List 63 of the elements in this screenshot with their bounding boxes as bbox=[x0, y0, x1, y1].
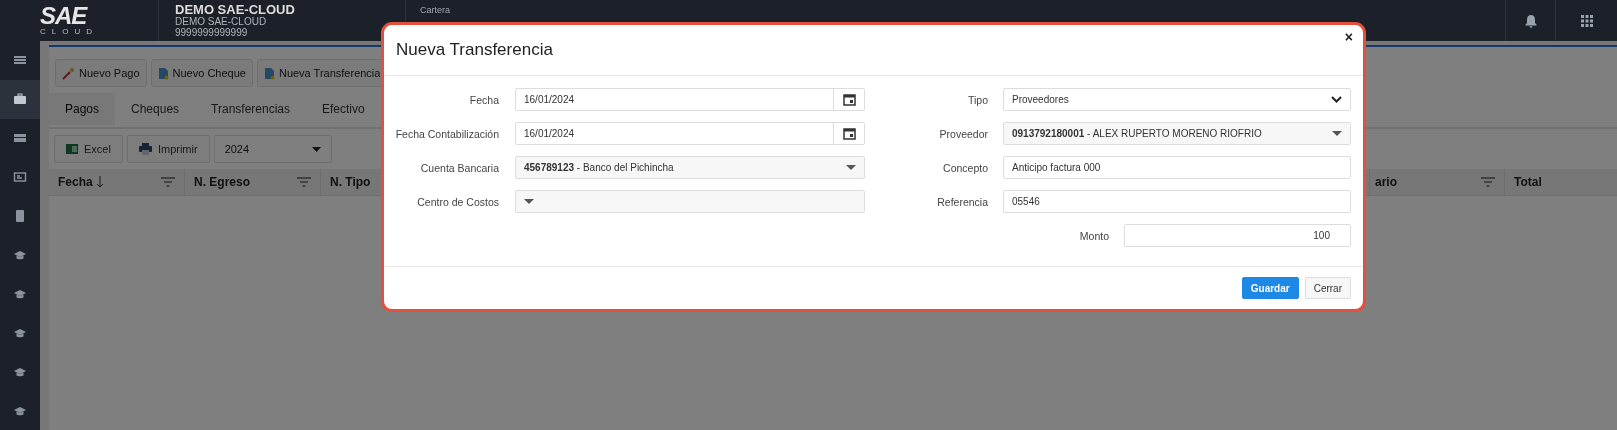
document-icon bbox=[157, 66, 169, 80]
caret-icon bbox=[311, 146, 321, 152]
toolbar-button[interactable]: Imprimir bbox=[126, 135, 210, 163]
logo-text: SAE bbox=[40, 5, 89, 27]
id-card-icon bbox=[13, 170, 27, 185]
field-label: Monto bbox=[1079, 229, 1109, 242]
date-field[interactable]: 16/01/2024 bbox=[515, 122, 865, 145]
calendar-icon bbox=[842, 93, 856, 106]
tab[interactable]: Transferencias bbox=[195, 93, 306, 125]
graduation-cap-icon bbox=[13, 248, 27, 262]
date-field[interactable]: 16/01/2024 bbox=[515, 88, 865, 111]
close-button[interactable]: × bbox=[1340, 27, 1357, 47]
caret-icon bbox=[1332, 131, 1342, 136]
filter-icon bbox=[297, 177, 311, 187]
bell-icon bbox=[1523, 13, 1538, 28]
action-button[interactable]: Nuevo Cheque bbox=[150, 59, 253, 87]
select-field[interactable]: Proveedores bbox=[1003, 88, 1351, 111]
field-label: Tipo bbox=[966, 93, 988, 106]
wand-icon bbox=[62, 66, 75, 80]
field-label: Referencia bbox=[936, 195, 988, 208]
input-field[interactable]: 05546 bbox=[1003, 190, 1351, 213]
printer-icon bbox=[138, 143, 152, 155]
briefcase-icon bbox=[13, 92, 27, 107]
company-subname: DEMO SAE-CLOUD bbox=[175, 16, 268, 27]
field-label: Centro de Costos bbox=[416, 195, 499, 208]
filter-icon bbox=[1481, 177, 1495, 187]
column-header[interactable]: ario bbox=[1370, 169, 1505, 195]
input-field[interactable]: 100 bbox=[1124, 224, 1351, 247]
dialog-title: Nueva Transferencia bbox=[396, 40, 553, 60]
input-field[interactable]: Anticipo factura 000 bbox=[1003, 156, 1351, 179]
column-header[interactable]: Total bbox=[1505, 169, 1617, 195]
spreadsheet-icon bbox=[66, 143, 78, 155]
column-header[interactable]: Fecha bbox=[49, 169, 185, 195]
field-label: Concepto bbox=[942, 161, 988, 174]
toolbar-button[interactable]: Excel bbox=[54, 135, 123, 163]
close-dialog-button[interactable]: Cerrar bbox=[1304, 277, 1351, 299]
save-button[interactable]: Guardar bbox=[1241, 277, 1299, 299]
company-name: DEMO SAE-CLOUD bbox=[175, 3, 296, 16]
select-field[interactable]: 0913792180001 - ALEX RUPERTO MORENO RIOFRIO bbox=[1003, 122, 1351, 145]
field-label: Cuenta Bancaria bbox=[419, 161, 499, 174]
select-field[interactable] bbox=[515, 190, 865, 213]
sort-arrow-icon bbox=[95, 176, 104, 188]
book-icon bbox=[13, 209, 27, 224]
grid-icon bbox=[1579, 13, 1594, 28]
calendar-icon bbox=[842, 127, 856, 140]
year-select[interactable]: 2024 bbox=[213, 135, 332, 163]
document-icon bbox=[263, 66, 275, 80]
chevron-down-icon bbox=[1331, 96, 1342, 103]
tab[interactable]: Pagos bbox=[49, 93, 116, 125]
field-label: Fecha bbox=[468, 93, 499, 106]
field-label: Proveedor bbox=[938, 127, 988, 140]
field-label: Fecha Contabilización bbox=[394, 127, 499, 140]
select-field[interactable]: 456789123 - Banco del Pichincha bbox=[515, 156, 865, 179]
sidebar-item[interactable] bbox=[0, 79, 40, 119]
action-button[interactable]: Nuevo Pago bbox=[55, 59, 147, 87]
filter-icon bbox=[161, 177, 175, 187]
tab[interactable]: Cheques bbox=[115, 93, 196, 125]
tab[interactable]: Efectivo bbox=[306, 93, 381, 125]
caret-icon bbox=[524, 199, 534, 204]
column-header[interactable]: N. Egreso bbox=[185, 169, 321, 195]
company-ruc: 9999999999999 bbox=[175, 27, 249, 38]
module-label: Cartera bbox=[420, 5, 450, 16]
logo-subtext: CLOUD bbox=[40, 27, 99, 36]
